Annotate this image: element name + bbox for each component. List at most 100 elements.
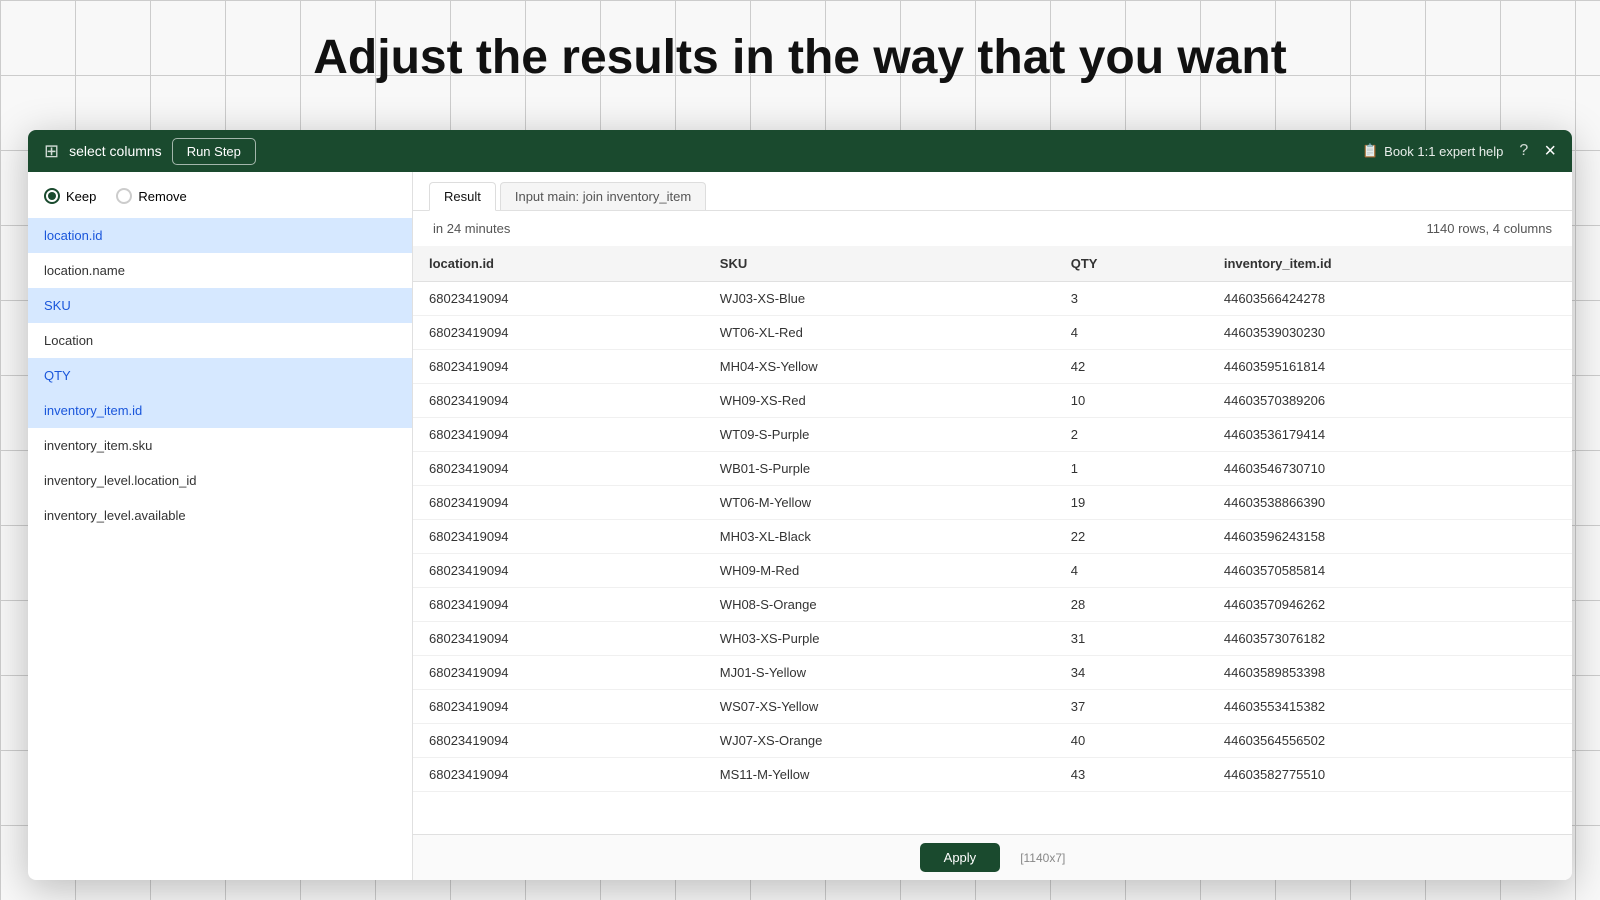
table-row: 68023419094MJ01-S-Yellow3444603589853398 <box>413 656 1572 690</box>
column-item-QTY[interactable]: QTY <box>28 358 412 393</box>
column-list: location.idlocation.nameSKULocationQTYin… <box>28 218 412 533</box>
table-cell-r0-c0: 68023419094 <box>413 282 704 316</box>
table-row: 68023419094MS11-M-Yellow4344603582775510 <box>413 758 1572 792</box>
column-item-inventory_level-available[interactable]: inventory_level.available <box>28 498 412 533</box>
remove-radio-circle <box>116 188 132 204</box>
keep-radio-circle <box>44 188 60 204</box>
col-header-location-id: location.id <box>413 246 704 282</box>
table-cell-r1-c2: 4 <box>1055 316 1208 350</box>
table-cell-r2-c0: 68023419094 <box>413 350 704 384</box>
table-cell-r13-c2: 40 <box>1055 724 1208 758</box>
column-item-inventory_level-location_id[interactable]: inventory_level.location_id <box>28 463 412 498</box>
table-cell-r6-c0: 68023419094 <box>413 486 704 520</box>
tab-result[interactable]: Result <box>429 182 496 211</box>
table-row: 68023419094WJ03-XS-Blue344603566424278 <box>413 282 1572 316</box>
table-row: 68023419094WB01-S-Purple144603546730710 <box>413 452 1572 486</box>
table-cell-r10-c1: WH03-XS-Purple <box>704 622 1055 656</box>
table-cell-r1-c3: 44603539030230 <box>1208 316 1572 350</box>
table-cell-r6-c3: 44603538866390 <box>1208 486 1572 520</box>
modal-body: Keep Remove location.idlocation.nameSKUL… <box>28 172 1572 880</box>
table-cell-r6-c2: 19 <box>1055 486 1208 520</box>
right-panel: ResultInput main: join inventory_item in… <box>413 172 1572 880</box>
table-cell-r9-c2: 28 <box>1055 588 1208 622</box>
table-cell-r13-c1: WJ07-XS-Orange <box>704 724 1055 758</box>
column-item-SKU[interactable]: SKU <box>28 288 412 323</box>
table-cell-r12-c0: 68023419094 <box>413 690 704 724</box>
table-cell-r14-c1: MS11-M-Yellow <box>704 758 1055 792</box>
apply-button[interactable]: Apply <box>920 843 1001 872</box>
tab-input[interactable]: Input main: join inventory_item <box>500 182 706 210</box>
result-tabs: ResultInput main: join inventory_item <box>413 172 1572 211</box>
col-header-QTY: QTY <box>1055 246 1208 282</box>
columns-icon: ⊞ <box>44 141 59 162</box>
table-cell-r0-c1: WJ03-XS-Blue <box>704 282 1055 316</box>
table-row: 68023419094WH09-M-Red444603570585814 <box>413 554 1572 588</box>
table-cell-r13-c0: 68023419094 <box>413 724 704 758</box>
modal-title: select columns <box>69 143 162 159</box>
table-cell-r14-c2: 43 <box>1055 758 1208 792</box>
table-cell-r4-c3: 44603536179414 <box>1208 418 1572 452</box>
table-row: 68023419094WH03-XS-Purple314460357307618… <box>413 622 1572 656</box>
table-row: 68023419094WS07-XS-Yellow374460355341538… <box>413 690 1572 724</box>
table-cell-r12-c2: 37 <box>1055 690 1208 724</box>
table-cell-r7-c1: MH03-XL-Black <box>704 520 1055 554</box>
table-cell-r8-c2: 4 <box>1055 554 1208 588</box>
table-cell-r7-c3: 44603596243158 <box>1208 520 1572 554</box>
column-item-location-id[interactable]: location.id <box>28 218 412 253</box>
table-cell-r7-c0: 68023419094 <box>413 520 704 554</box>
table-cell-r3-c1: WH09-XS-Red <box>704 384 1055 418</box>
remove-radio[interactable]: Remove <box>116 188 186 204</box>
help-icon[interactable]: ? <box>1519 142 1528 160</box>
table-cell-r5-c0: 68023419094 <box>413 452 704 486</box>
col-header-inventory_item-id: inventory_item.id <box>1208 246 1572 282</box>
radio-group: Keep Remove <box>28 188 412 218</box>
table-cell-r5-c3: 44603546730710 <box>1208 452 1572 486</box>
table-cell-r13-c3: 44603564556502 <box>1208 724 1572 758</box>
table-cell-r11-c1: MJ01-S-Yellow <box>704 656 1055 690</box>
col-header-SKU: SKU <box>704 246 1055 282</box>
modal: ⊞ select columns Run Step 📋 Book 1:1 exp… <box>28 130 1572 880</box>
table-cell-r12-c1: WS07-XS-Yellow <box>704 690 1055 724</box>
table-cell-r5-c2: 1 <box>1055 452 1208 486</box>
bottom-bar: Apply [1140x7] <box>413 834 1572 880</box>
table-cell-r10-c3: 44603573076182 <box>1208 622 1572 656</box>
table-row: 68023419094WT06-XL-Red444603539030230 <box>413 316 1572 350</box>
table-cell-r4-c0: 68023419094 <box>413 418 704 452</box>
table-cell-r10-c2: 31 <box>1055 622 1208 656</box>
table-cell-r12-c3: 44603553415382 <box>1208 690 1572 724</box>
keep-radio[interactable]: Keep <box>44 188 96 204</box>
table-cell-r11-c0: 68023419094 <box>413 656 704 690</box>
table-cell-r0-c2: 3 <box>1055 282 1208 316</box>
data-table: location.idSKUQTYinventory_item.id 68023… <box>413 246 1572 792</box>
table-row: 68023419094WT09-S-Purple244603536179414 <box>413 418 1572 452</box>
close-button[interactable]: × <box>1544 141 1556 161</box>
table-cell-r2-c3: 44603595161814 <box>1208 350 1572 384</box>
table-row: 68023419094WT06-M-Yellow1944603538866390 <box>413 486 1572 520</box>
table-cell-r14-c0: 68023419094 <box>413 758 704 792</box>
column-item-Location[interactable]: Location <box>28 323 412 358</box>
modal-header-right: 📋 Book 1:1 expert help ? × <box>1362 141 1556 161</box>
table-row: 68023419094WH09-XS-Red1044603570389206 <box>413 384 1572 418</box>
table-cell-r1-c0: 68023419094 <box>413 316 704 350</box>
column-item-inventory_item-sku[interactable]: inventory_item.sku <box>28 428 412 463</box>
bottom-info: [1140x7] <box>1020 851 1065 865</box>
table-cell-r8-c3: 44603570585814 <box>1208 554 1572 588</box>
table-cell-r14-c3: 44603582775510 <box>1208 758 1572 792</box>
page-title: Adjust the results in the way that you w… <box>0 30 1600 85</box>
table-cell-r6-c1: WT06-M-Yellow <box>704 486 1055 520</box>
expert-help-link[interactable]: 📋 Book 1:1 expert help <box>1362 143 1503 159</box>
table-cell-r11-c2: 34 <box>1055 656 1208 690</box>
table-cell-r0-c3: 44603566424278 <box>1208 282 1572 316</box>
result-info: in 24 minutes 1140 rows, 4 columns <box>413 211 1572 246</box>
column-item-location-name[interactable]: location.name <box>28 253 412 288</box>
table-row: 68023419094WJ07-XS-Orange404460356455650… <box>413 724 1572 758</box>
table-cell-r4-c1: WT09-S-Purple <box>704 418 1055 452</box>
result-time: in 24 minutes <box>433 221 510 236</box>
data-table-container: location.idSKUQTYinventory_item.id 68023… <box>413 246 1572 834</box>
table-cell-r7-c2: 22 <box>1055 520 1208 554</box>
table-cell-r4-c2: 2 <box>1055 418 1208 452</box>
run-step-button[interactable]: Run Step <box>172 138 256 165</box>
table-row: 68023419094WH08-S-Orange2844603570946262 <box>413 588 1572 622</box>
column-item-inventory_item-id[interactable]: inventory_item.id <box>28 393 412 428</box>
table-cell-r11-c3: 44603589853398 <box>1208 656 1572 690</box>
